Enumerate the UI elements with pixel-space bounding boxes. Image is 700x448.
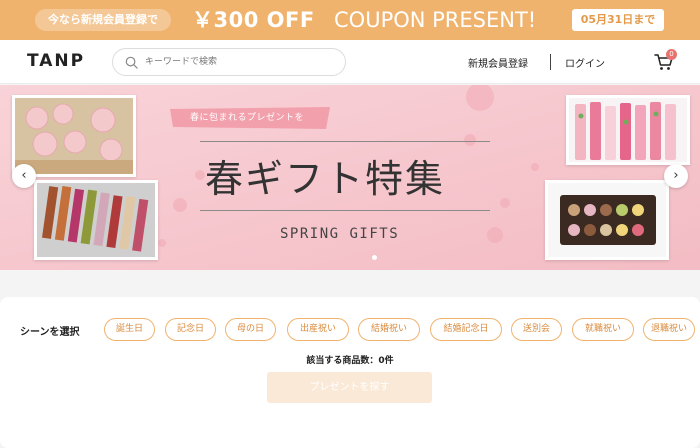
find-present-button[interactable]: プレゼントを探す	[267, 372, 432, 403]
scene-chip-birthday[interactable]: 誕生日	[104, 318, 155, 341]
chevron-left-icon: ‹	[21, 168, 27, 183]
nav-divider	[550, 54, 551, 70]
scene-chip-retirement[interactable]: 退職祝い	[643, 318, 695, 341]
coupon-deadline: 05月31日まで	[572, 9, 664, 31]
hero-banner[interactable]: 春に包まれるプレゼントを 春ギフト特集 SPRING GIFTS ‹ ›	[0, 85, 700, 270]
scene-chip-new-job[interactable]: 就職祝い	[572, 318, 634, 341]
scene-chip-birth[interactable]: 出産祝い	[287, 318, 349, 341]
scene-panel: シーンを選択 誕生日 記念日 母の日 出産祝い 結婚祝い 結婚記念日 送別会 就…	[0, 297, 700, 448]
search-box[interactable]	[112, 48, 346, 76]
coupon-headline: COUPON PRESENT!	[334, 8, 537, 32]
fruit-bar-photo	[34, 180, 158, 260]
banner-divider-bottom	[200, 210, 490, 211]
result-count: 該当する商品数：0件	[306, 356, 394, 366]
banner-divider-top	[200, 141, 490, 142]
coupon-amount: ￥300 OFF	[192, 8, 315, 32]
scene-chip-anniversary[interactable]: 記念日	[165, 318, 216, 341]
carousel-prev-button[interactable]: ‹	[12, 164, 36, 188]
scene-chip-mothers-day[interactable]: 母の日	[225, 318, 276, 341]
scene-label: シーンを選択	[20, 327, 80, 338]
scene-chip-wedding[interactable]: 結婚祝い	[358, 318, 420, 341]
search-icon	[125, 56, 138, 69]
site-logo[interactable]: TANP	[27, 51, 85, 71]
cart-button[interactable]: 0	[654, 49, 677, 74]
coupon-bar[interactable]: 今なら新規会員登録で ￥300 OFF COUPON PRESENT! 05月3…	[0, 0, 700, 40]
cart-count-badge: 0	[666, 49, 677, 60]
search-input[interactable]	[145, 53, 340, 71]
scene-chip-farewell[interactable]: 送別会	[511, 318, 562, 341]
herbarium-bottles-photo	[566, 95, 690, 165]
banner-subtitle: SPRING GIFTS	[280, 226, 400, 242]
banner-badge-text: 春に包まれるプレゼントを	[190, 113, 305, 123]
carousel-next-button[interactable]: ›	[664, 164, 688, 188]
signup-link[interactable]: 新規会員登録	[468, 55, 528, 70]
coupon-signup-pill: 今なら新規会員登録で	[35, 9, 171, 31]
carousel-indicator-dot[interactable]	[372, 255, 377, 260]
cookie-gift-photo	[12, 95, 136, 177]
banner-title: 春ギフト特集	[205, 157, 446, 201]
site-header: TANP 新規会員登録 ログイン 0	[0, 40, 700, 84]
macaron-box-photo	[545, 180, 669, 260]
scene-chip-wedding-anniversary[interactable]: 結婚記念日	[430, 318, 502, 341]
chevron-right-icon: ›	[673, 168, 679, 183]
login-link[interactable]: ログイン	[565, 55, 605, 70]
